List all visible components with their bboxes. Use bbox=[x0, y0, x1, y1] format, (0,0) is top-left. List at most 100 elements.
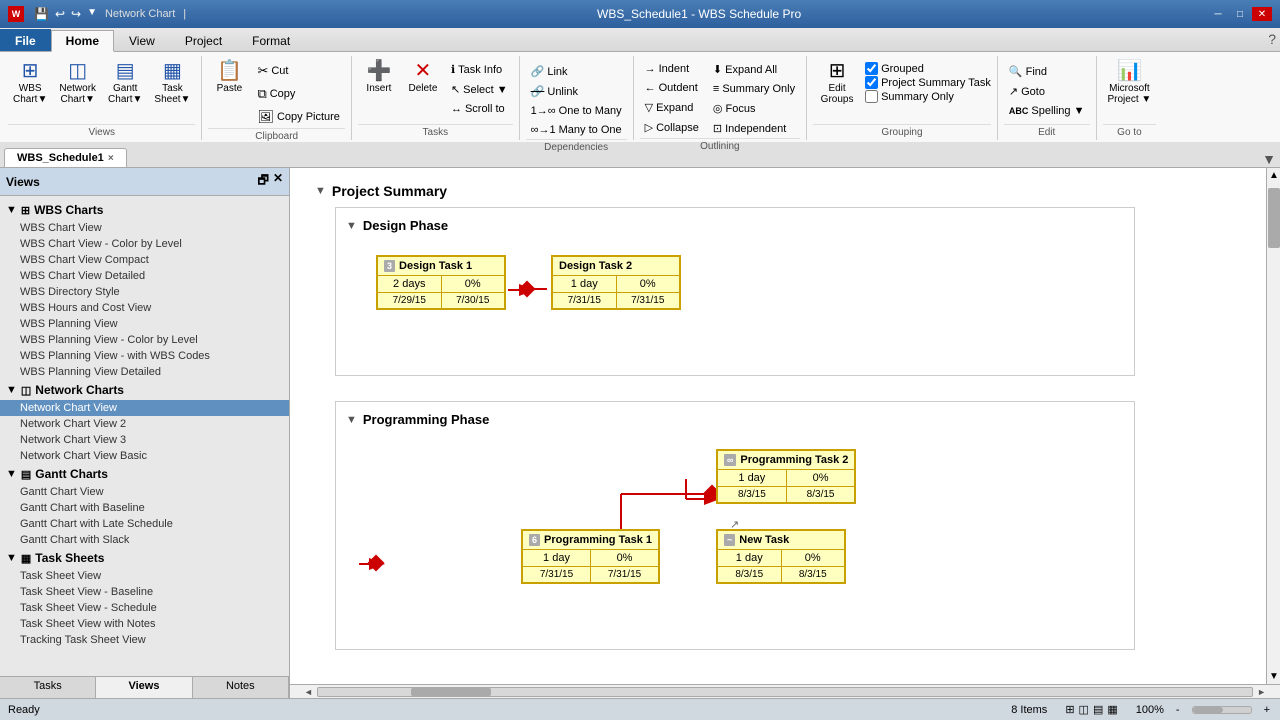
view-tracking-task-sheet[interactable]: Tracking Task Sheet View bbox=[0, 632, 289, 648]
view-task-sheet-notes[interactable]: Task Sheet View with Notes bbox=[0, 616, 289, 632]
h-scroll-left-btn[interactable]: ◄ bbox=[304, 687, 313, 697]
link-button[interactable]: 🔗 Link bbox=[526, 62, 627, 81]
summary-only-button[interactable]: ≡ Summary Only bbox=[708, 80, 800, 98]
scroll-down-btn[interactable]: ▼ bbox=[1269, 671, 1279, 682]
find-button[interactable]: 🔍 Find bbox=[1004, 62, 1090, 81]
close-button[interactable]: ✕ bbox=[1252, 7, 1272, 21]
view-gantt-late[interactable]: Gantt Chart with Late Schedule bbox=[0, 516, 289, 532]
paste-button[interactable]: 📋 Paste bbox=[208, 58, 250, 97]
status-icon-1[interactable]: ⊞ bbox=[1065, 703, 1074, 716]
qat-redo[interactable]: ↪ bbox=[69, 7, 83, 21]
project-summary-collapse-icon[interactable]: ▼ bbox=[315, 185, 326, 197]
lp-tab-views[interactable]: Views bbox=[96, 677, 192, 698]
view-wbs-hours[interactable]: WBS Hours and Cost View bbox=[0, 300, 289, 316]
independent-button[interactable]: ⊡ Independent bbox=[708, 119, 800, 138]
status-icon-3[interactable]: ▤ bbox=[1093, 703, 1103, 716]
many-to-one-button[interactable]: ∞→1 Many to One bbox=[526, 121, 627, 139]
unlink-button[interactable]: 🔗 Unlink bbox=[526, 82, 627, 101]
minimize-button[interactable]: ─ bbox=[1208, 7, 1228, 21]
task-info-button[interactable]: ℹ Task Info bbox=[446, 60, 513, 79]
lp-tab-tasks[interactable]: Tasks bbox=[0, 677, 96, 698]
view-task-sheet-baseline[interactable]: Task Sheet View - Baseline bbox=[0, 584, 289, 600]
ms-project-button[interactable]: 📊 MicrosoftProject ▼ bbox=[1103, 58, 1157, 108]
status-icon-4[interactable]: ▦ bbox=[1107, 703, 1117, 716]
h-scroll-track[interactable] bbox=[317, 687, 1253, 697]
programming-task-1-box[interactable]: 6 Programming Task 1 1 day 0% 7/31/15 7/… bbox=[521, 529, 660, 584]
summary-only-checkbox[interactable] bbox=[865, 90, 878, 103]
wbs-chart-button[interactable]: ⊞ WBSChart▼ bbox=[8, 58, 52, 108]
views-close-icon[interactable]: ✕ bbox=[273, 171, 283, 192]
lp-tab-notes[interactable]: Notes bbox=[193, 677, 289, 698]
design-task-1-box[interactable]: 3 Design Task 1 2 days 0% 7/29/15 7/30/1… bbox=[376, 255, 506, 310]
network-chart-button[interactable]: ◫ NetworkChart▼ bbox=[54, 58, 101, 108]
view-gantt-chart-view[interactable]: Gantt Chart View bbox=[0, 484, 289, 500]
outdent-button[interactable]: ← Outdent bbox=[640, 79, 704, 97]
h-scrollbar[interactable]: ◄ ► bbox=[290, 684, 1280, 698]
help-button[interactable]: ? bbox=[1264, 27, 1280, 51]
zoom-slider[interactable] bbox=[1192, 706, 1252, 714]
doc-tab-close[interactable]: × bbox=[108, 153, 114, 164]
task-sheet-button[interactable]: ▦ TaskSheet▼ bbox=[149, 58, 195, 108]
grouped-checkbox[interactable] bbox=[865, 62, 878, 75]
view-network-chart-basic[interactable]: Network Chart View Basic bbox=[0, 448, 289, 464]
view-network-chart-view[interactable]: Network Chart View bbox=[0, 400, 289, 416]
project-summary-task-checkbox[interactable] bbox=[865, 76, 878, 89]
tab-home[interactable]: Home bbox=[51, 30, 114, 52]
view-wbs-planning-codes[interactable]: WBS Planning View - with WBS Codes bbox=[0, 348, 289, 364]
copy-picture-button[interactable]: 🖼 Copy Picture bbox=[252, 106, 345, 128]
zoom-plus[interactable]: + bbox=[1264, 704, 1270, 716]
views-expand-icon[interactable]: 🗗 bbox=[258, 171, 269, 192]
view-wbs-chart-color[interactable]: WBS Chart View - Color by Level bbox=[0, 236, 289, 252]
view-wbs-directory[interactable]: WBS Directory Style bbox=[0, 284, 289, 300]
scroll-to-button[interactable]: ↔ Scroll to bbox=[446, 100, 513, 118]
select-button[interactable]: ↖ Select ▼ bbox=[446, 80, 513, 99]
tab-project[interactable]: Project bbox=[170, 29, 237, 51]
one-to-many-button[interactable]: 1→∞ One to Many bbox=[526, 102, 627, 120]
edit-groups-button[interactable]: ⊞ EditGroups bbox=[813, 58, 861, 108]
programming-task-2-box[interactable]: ∞ Programming Task 2 1 day 0% 8/3/15 8/3… bbox=[716, 449, 856, 504]
view-wbs-detailed[interactable]: WBS Chart View Detailed bbox=[0, 268, 289, 284]
copy-button[interactable]: ⧉ Copy bbox=[252, 83, 345, 105]
goto-button[interactable]: ↗ Goto bbox=[1004, 82, 1090, 101]
view-wbs-compact[interactable]: WBS Chart View Compact bbox=[0, 252, 289, 268]
tab-format[interactable]: Format bbox=[237, 29, 305, 51]
gantt-chart-button[interactable]: ▤ GanttChart▼ bbox=[103, 58, 147, 108]
section-gantt-charts[interactable]: ▼ ▤ Gantt Charts bbox=[0, 464, 289, 484]
status-icon-2[interactable]: ◫ bbox=[1079, 703, 1089, 716]
view-network-chart-3[interactable]: Network Chart View 3 bbox=[0, 432, 289, 448]
section-task-sheets[interactable]: ▼ ▦ Task Sheets bbox=[0, 548, 289, 568]
design-phase-collapse-icon[interactable]: ▼ bbox=[346, 220, 357, 232]
design-task-2-box[interactable]: Design Task 2 1 day 0% 7/31/15 7/31/15 bbox=[551, 255, 681, 310]
view-gantt-baseline[interactable]: Gantt Chart with Baseline bbox=[0, 500, 289, 516]
new-task-box[interactable]: ~ New Task 1 day 0% 8/3/15 8/3/15 bbox=[716, 529, 846, 584]
view-wbs-chart-view[interactable]: WBS Chart View bbox=[0, 220, 289, 236]
view-wbs-planning[interactable]: WBS Planning View bbox=[0, 316, 289, 332]
qat-undo[interactable]: ↩ bbox=[53, 7, 67, 21]
view-task-sheet-view[interactable]: Task Sheet View bbox=[0, 568, 289, 584]
zoom-minus[interactable]: - bbox=[1176, 704, 1180, 716]
expand-button[interactable]: ▽ Expand bbox=[640, 98, 704, 117]
view-task-sheet-schedule[interactable]: Task Sheet View - Schedule bbox=[0, 600, 289, 616]
scroll-up-btn[interactable]: ▲ bbox=[1269, 170, 1279, 181]
cut-button[interactable]: ✂ Cut bbox=[252, 60, 345, 82]
programming-phase-collapse-icon[interactable]: ▼ bbox=[346, 414, 357, 426]
h-scroll-right-btn[interactable]: ► bbox=[1257, 687, 1266, 697]
maximize-button[interactable]: □ bbox=[1230, 7, 1250, 21]
qat-save[interactable]: 💾 bbox=[32, 7, 51, 21]
spelling-button[interactable]: ABC Spelling ▼ bbox=[1004, 102, 1090, 120]
collapse-button[interactable]: ▷ Collapse bbox=[640, 118, 704, 137]
delete-button[interactable]: ✕ Delete bbox=[402, 58, 444, 97]
insert-button[interactable]: ➕ Insert bbox=[358, 58, 400, 97]
section-wbs-charts[interactable]: ▼ ⊞ WBS Charts bbox=[0, 200, 289, 220]
canvas-scroll[interactable]: ▲ ▼ ▼ Project Summary ▼ Design Phase bbox=[290, 168, 1280, 684]
section-network-charts[interactable]: ▼ ◫ Network Charts bbox=[0, 380, 289, 400]
view-gantt-slack[interactable]: Gantt Chart with Slack bbox=[0, 532, 289, 548]
tab-file[interactable]: File bbox=[0, 29, 51, 51]
v-scrollbar[interactable]: ▲ ▼ bbox=[1266, 168, 1280, 684]
tab-view[interactable]: View bbox=[114, 29, 170, 51]
expand-all-button[interactable]: ⬇ Expand All bbox=[708, 60, 800, 79]
view-wbs-planning-detailed[interactable]: WBS Planning View Detailed bbox=[0, 364, 289, 380]
qat-dropdown[interactable]: ▼ bbox=[85, 7, 99, 21]
doc-tab-scroll-right[interactable]: ▼ bbox=[1258, 151, 1280, 167]
view-network-chart-2[interactable]: Network Chart View 2 bbox=[0, 416, 289, 432]
